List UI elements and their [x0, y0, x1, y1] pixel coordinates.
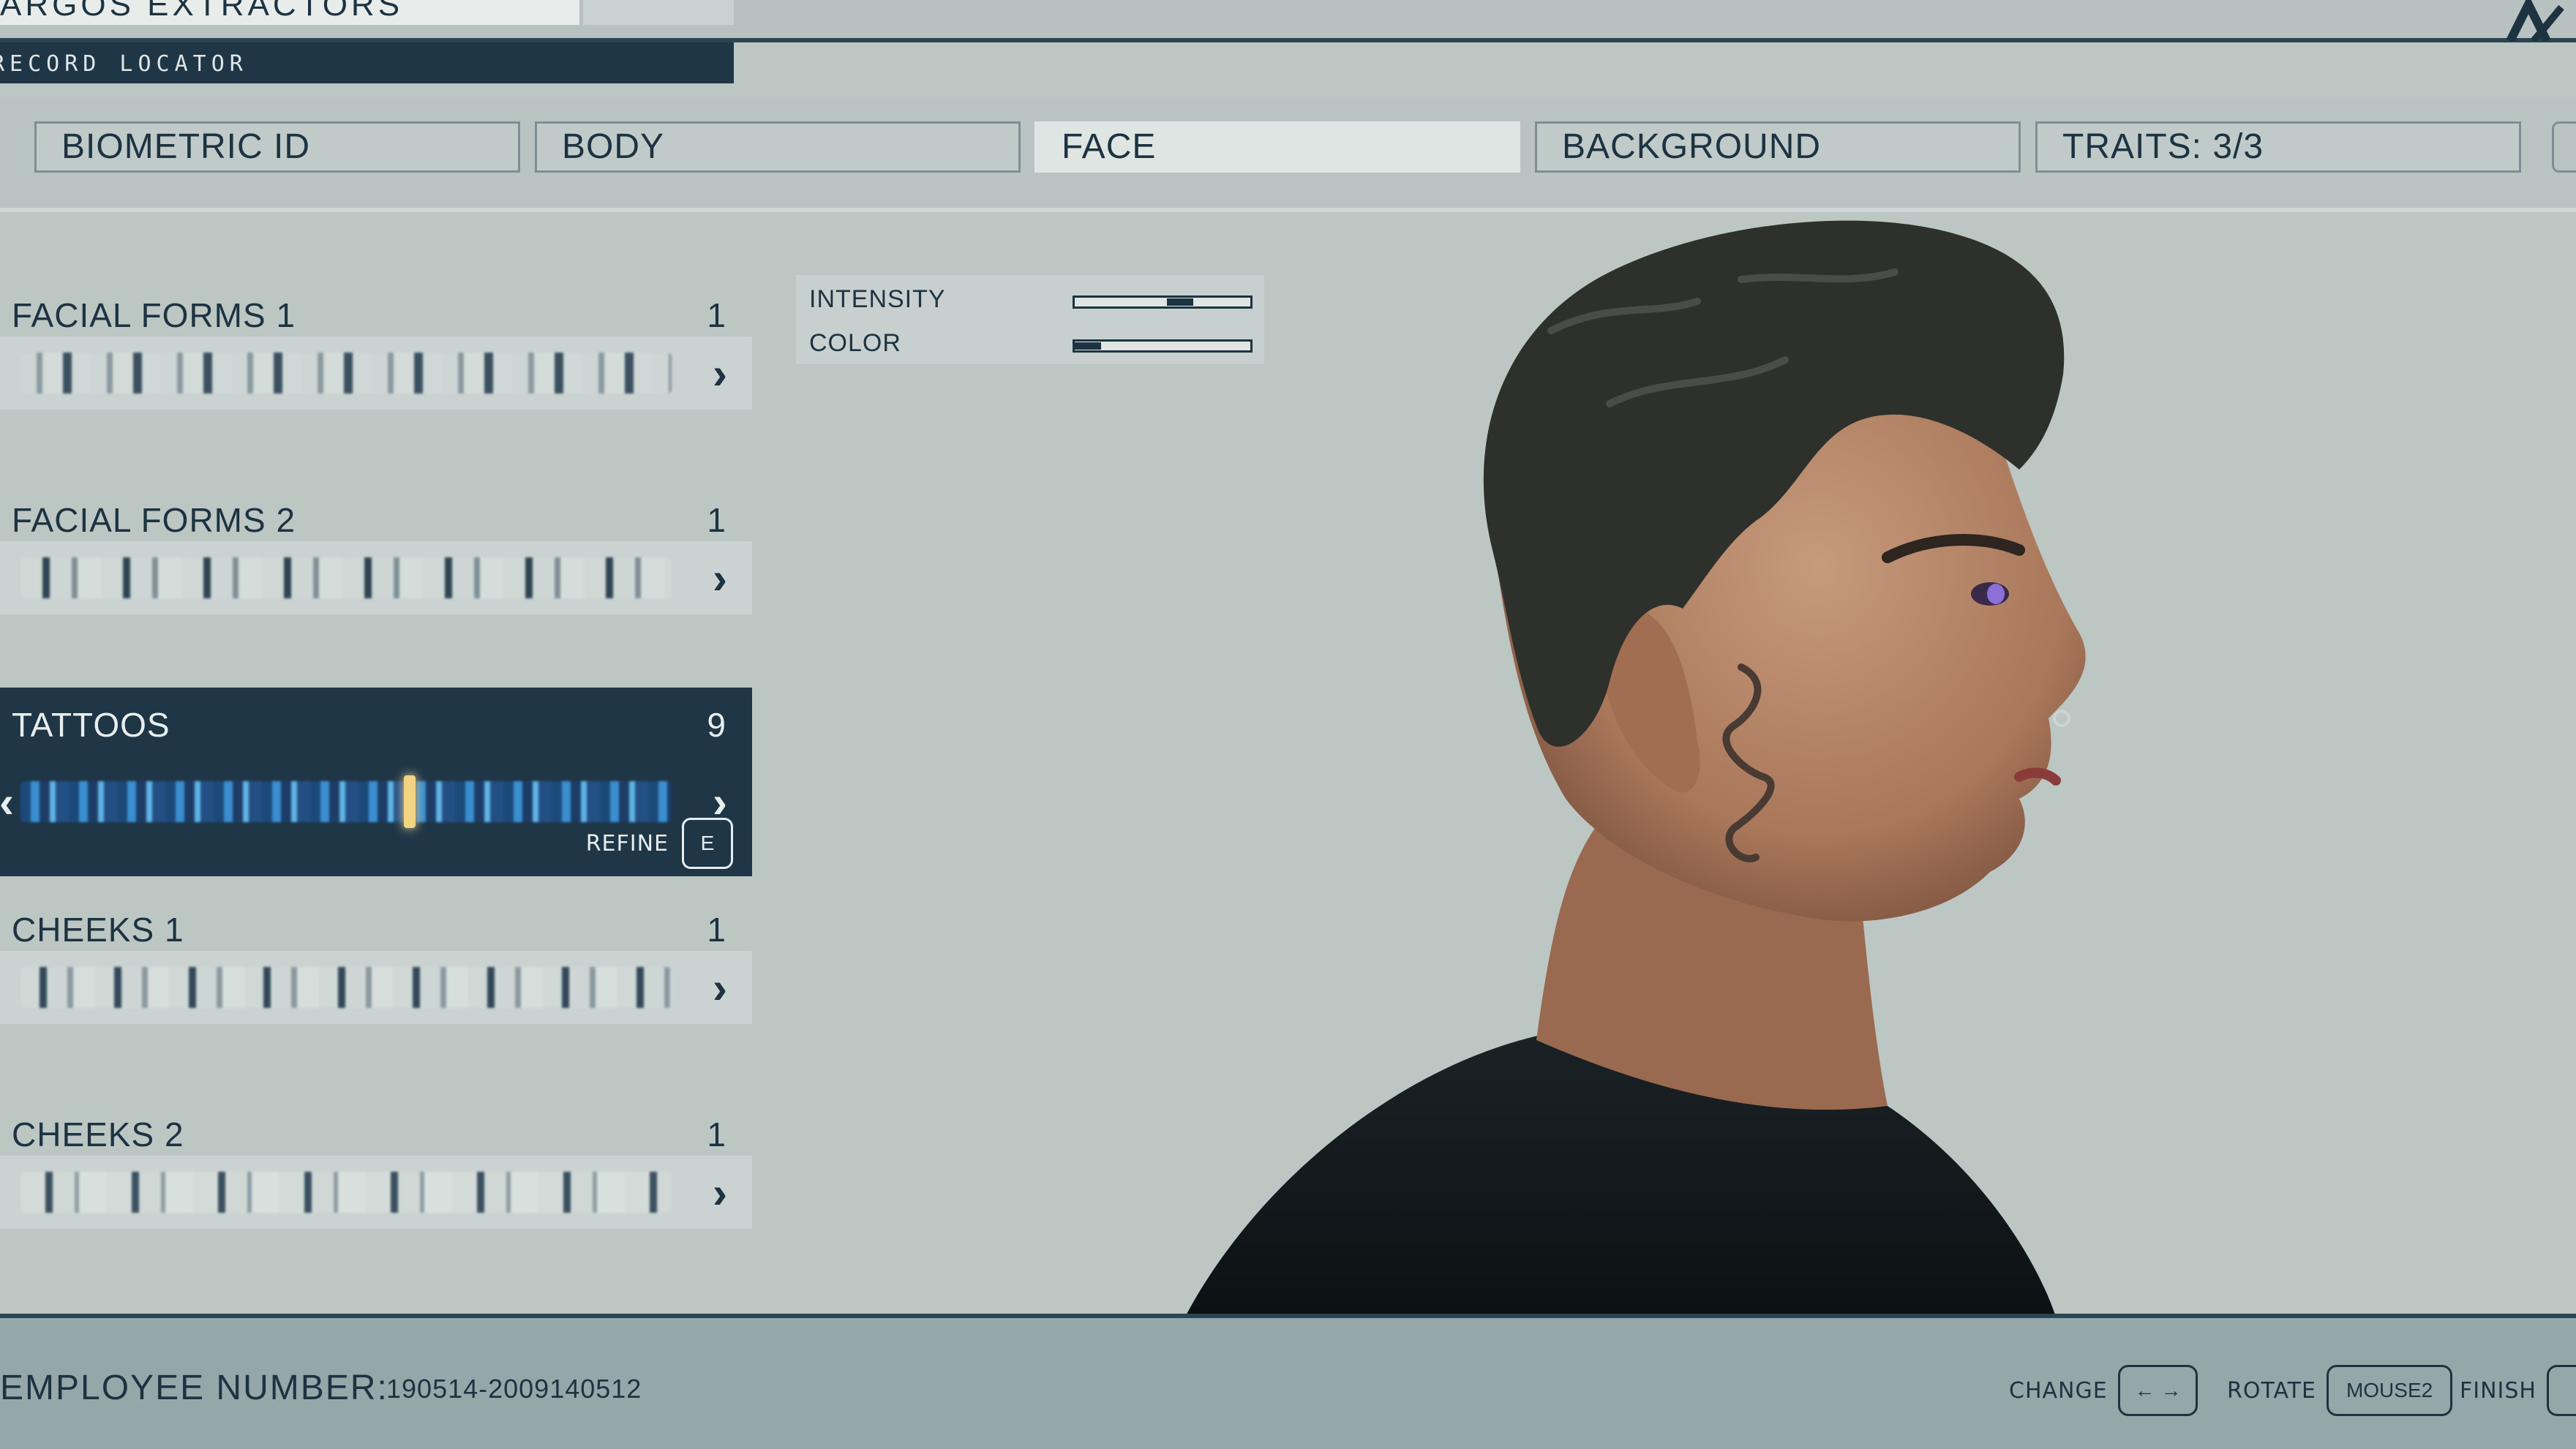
tab-body[interactable]: BODY: [535, 121, 1021, 173]
chevron-right-icon[interactable]: ›: [704, 554, 736, 603]
slider-track-area: ›: [0, 336, 752, 410]
employee-number-label: EMPLOYEE NUMBER:: [0, 1369, 388, 1407]
company-name-box: ARGOS EXTRACTORS: [0, 0, 579, 25]
employee-number-value: 190514-2009140512: [386, 1374, 642, 1404]
footer-bar: EMPLOYEE NUMBER: 190514-2009140512 CHANG…: [0, 1314, 2576, 1449]
slider-track[interactable]: [20, 1172, 672, 1213]
chevron-right-icon[interactable]: ›: [704, 778, 736, 827]
refine-hint[interactable]: REFINE E: [586, 818, 733, 869]
slider-label: CHEEKS 2: [12, 1115, 184, 1153]
change-label: CHANGE: [2009, 1377, 2108, 1404]
slider-value: 1: [707, 501, 726, 539]
slider-label: TATTOOS: [12, 706, 170, 744]
chevron-right-icon[interactable]: ›: [704, 349, 736, 398]
finish-hint[interactable]: FINISH: [2460, 1365, 2576, 1416]
intensity-label: INTENSITY: [809, 285, 946, 313]
company-side-box: [583, 0, 734, 25]
top-header: ARGOS EXTRACTORS: [0, 0, 2576, 42]
slider-track-area: ›: [0, 1156, 752, 1229]
record-locator-bar: RECORD LOCATOR: [0, 42, 734, 83]
refine-label: REFINE: [585, 830, 669, 857]
slider-track[interactable]: [20, 353, 672, 394]
record-locator-label: RECORD LOCATOR: [0, 51, 248, 77]
chevron-right-icon[interactable]: ›: [704, 963, 736, 1012]
slider-value: 1: [707, 1115, 726, 1153]
finish-label: FINISH: [2460, 1377, 2536, 1404]
constellation-logo-icon: [2506, 0, 2564, 41]
tab-traits[interactable]: TRAITS: 3/3: [2035, 121, 2521, 173]
tab-biometric-id[interactable]: BIOMETRIC ID: [34, 121, 520, 173]
change-hint[interactable]: CHANGE ← →: [2009, 1365, 2198, 1416]
slider-track[interactable]: [20, 967, 672, 1008]
change-keys[interactable]: ← →: [2117, 1365, 2198, 1416]
color-label: COLOR: [809, 329, 901, 357]
slider-track[interactable]: [20, 557, 672, 598]
tab-next-partial[interactable]: [2552, 121, 2576, 173]
character-preview[interactable]: [1097, 214, 2576, 1317]
tab-background[interactable]: BACKGROUND: [1535, 121, 2021, 173]
slider-label: CHEEKS 1: [12, 911, 184, 949]
slider-track-area: ›: [0, 951, 752, 1024]
chevron-right-icon[interactable]: ›: [704, 1168, 736, 1217]
refine-key[interactable]: E: [682, 818, 733, 869]
rotate-key[interactable]: MOUSE2: [2326, 1365, 2453, 1416]
slider-value: 9: [707, 706, 726, 744]
slider-label: FACIAL FORMS 1: [12, 296, 296, 334]
company-name: ARGOS EXTRACTORS: [0, 0, 404, 23]
rotate-label: ROTATE: [2227, 1377, 2316, 1404]
rotate-hint[interactable]: ROTATE MOUSE2: [2227, 1365, 2453, 1416]
chevron-left-icon[interactable]: ‹: [0, 778, 18, 827]
slider-handle[interactable]: [404, 775, 416, 828]
slider-value: 1: [707, 911, 726, 949]
tab-bar: BIOMETRIC ID BODY FACE BACKGROUND TRAITS…: [0, 97, 2576, 212]
slider-track-area: ›: [0, 541, 752, 614]
slider-value: 1: [707, 296, 726, 334]
slider-track[interactable]: [20, 781, 672, 822]
finish-key[interactable]: [2547, 1365, 2576, 1416]
tab-face[interactable]: FACE: [1034, 121, 1520, 173]
slider-label: FACIAL FORMS 2: [12, 501, 296, 539]
